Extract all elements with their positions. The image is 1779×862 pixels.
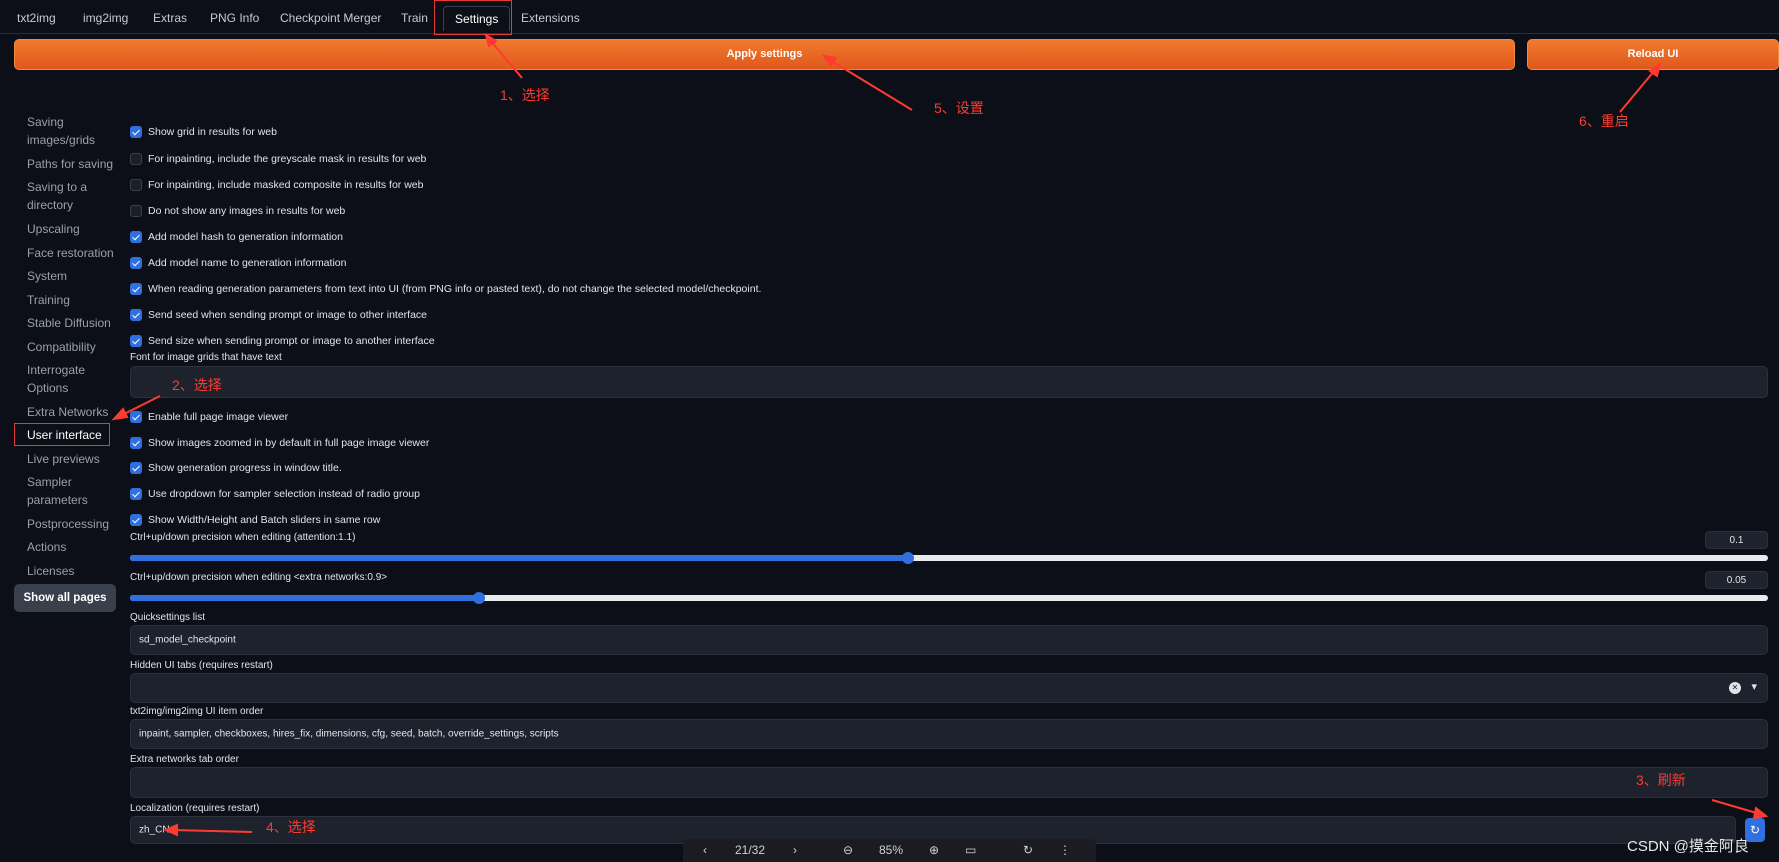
annotation-arrow-head	[821, 54, 838, 68]
annotation-arrow-6	[1619, 69, 1656, 113]
zoom-out-icon[interactable]: ⊖	[843, 843, 853, 857]
watermark: CSDN @摸金阿良	[1627, 838, 1749, 855]
annotation-label-3: 3、刷新	[1636, 772, 1686, 788]
annotation-arrows	[111, 32, 1769, 837]
annotation-arrow-3	[1711, 799, 1761, 815]
zoom-level: 85%	[879, 843, 904, 857]
more-icon[interactable]: ⋮	[1059, 843, 1071, 857]
rotate-icon[interactable]: ↻	[1023, 843, 1033, 857]
zoom-in-icon[interactable]: ⊕	[929, 843, 939, 857]
page-indicator: 21/32	[735, 843, 766, 857]
annotation-arrow-head	[1752, 806, 1769, 820]
annotation-label-4: 4、选择	[266, 819, 316, 835]
annotation-label-5: 5、设置	[934, 100, 984, 116]
chevron-left-icon[interactable]: ‹	[703, 843, 707, 857]
annotation-label-1: 1、选择	[500, 87, 550, 103]
annotation-label-6: 6、重启	[1579, 113, 1629, 129]
annotation-arrow-head	[163, 823, 178, 837]
fit-page-icon[interactable]: ▭	[965, 843, 976, 857]
image-viewer-toolbar: ‹ 21/32 › ⊖ 85% ⊕ ▭ ↻ ⋮	[683, 839, 1096, 862]
annotation-label-2: 2、选择	[172, 377, 222, 393]
chevron-right-icon[interactable]: ›	[793, 843, 797, 857]
annotation-arrow-1	[489, 39, 523, 79]
annotation-arrow-head	[111, 407, 129, 421]
annotation-arrow-4	[171, 829, 253, 833]
annotation-arrow-5	[829, 59, 913, 111]
